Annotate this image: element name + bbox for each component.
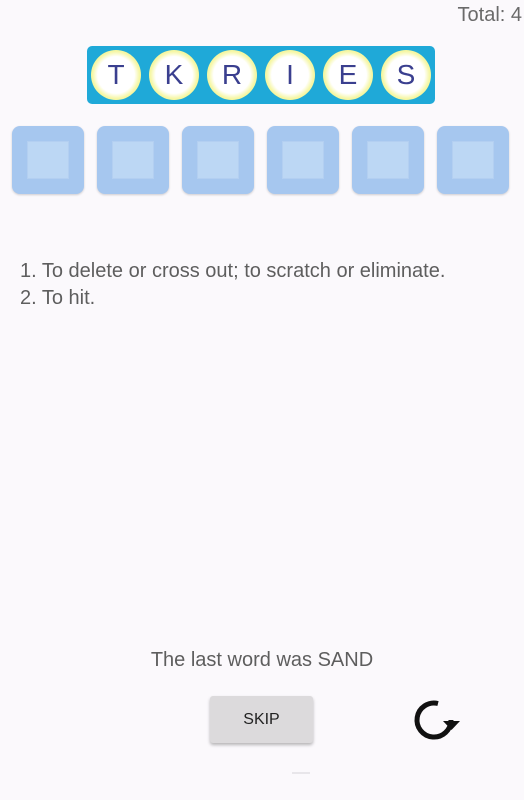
letter-tile[interactable]: E <box>319 46 377 104</box>
definition-line: 2. To hit. <box>20 287 96 309</box>
last-word-text: The last word was SAND <box>150 649 374 671</box>
letter-tile[interactable]: S <box>377 46 435 104</box>
answer-slot[interactable] <box>12 126 84 194</box>
letter-tile[interactable]: K <box>145 46 203 104</box>
answer-slot[interactable] <box>97 126 169 194</box>
total-score: Total: 4 <box>457 4 522 26</box>
letter-tile[interactable]: I <box>261 46 319 104</box>
letter-label: T <box>91 50 141 100</box>
answer-slot[interactable] <box>267 126 339 194</box>
answer-slot[interactable] <box>352 126 424 194</box>
skip-button[interactable]: SKIP <box>210 696 313 743</box>
letter-label: S <box>381 50 431 100</box>
answer-slot[interactable] <box>182 126 254 194</box>
refresh-icon[interactable] <box>410 697 462 745</box>
letter-tile[interactable]: T <box>87 46 145 104</box>
definition-line: 1. To delete or cross out; to scratch or… <box>20 260 446 282</box>
answer-slots <box>12 126 509 194</box>
answer-slot-inner <box>27 141 69 179</box>
answer-slot-inner <box>282 141 324 179</box>
answer-slot-inner <box>452 141 494 179</box>
letter-label: E <box>323 50 373 100</box>
answer-slot-inner <box>197 141 239 179</box>
answer-slot[interactable] <box>437 126 509 194</box>
scroll-indicator <box>292 772 310 774</box>
letter-tile[interactable]: R <box>203 46 261 104</box>
letter-label: K <box>149 50 199 100</box>
scrambled-letters: T K R I E S <box>87 46 435 104</box>
refresh-icon-svg <box>414 700 460 740</box>
letter-label: R <box>207 50 257 100</box>
clue-definitions: 1. To delete or cross out; to scratch or… <box>20 258 445 312</box>
answer-slot-inner <box>112 141 154 179</box>
answer-slot-inner <box>367 141 409 179</box>
letter-label: I <box>265 50 315 100</box>
